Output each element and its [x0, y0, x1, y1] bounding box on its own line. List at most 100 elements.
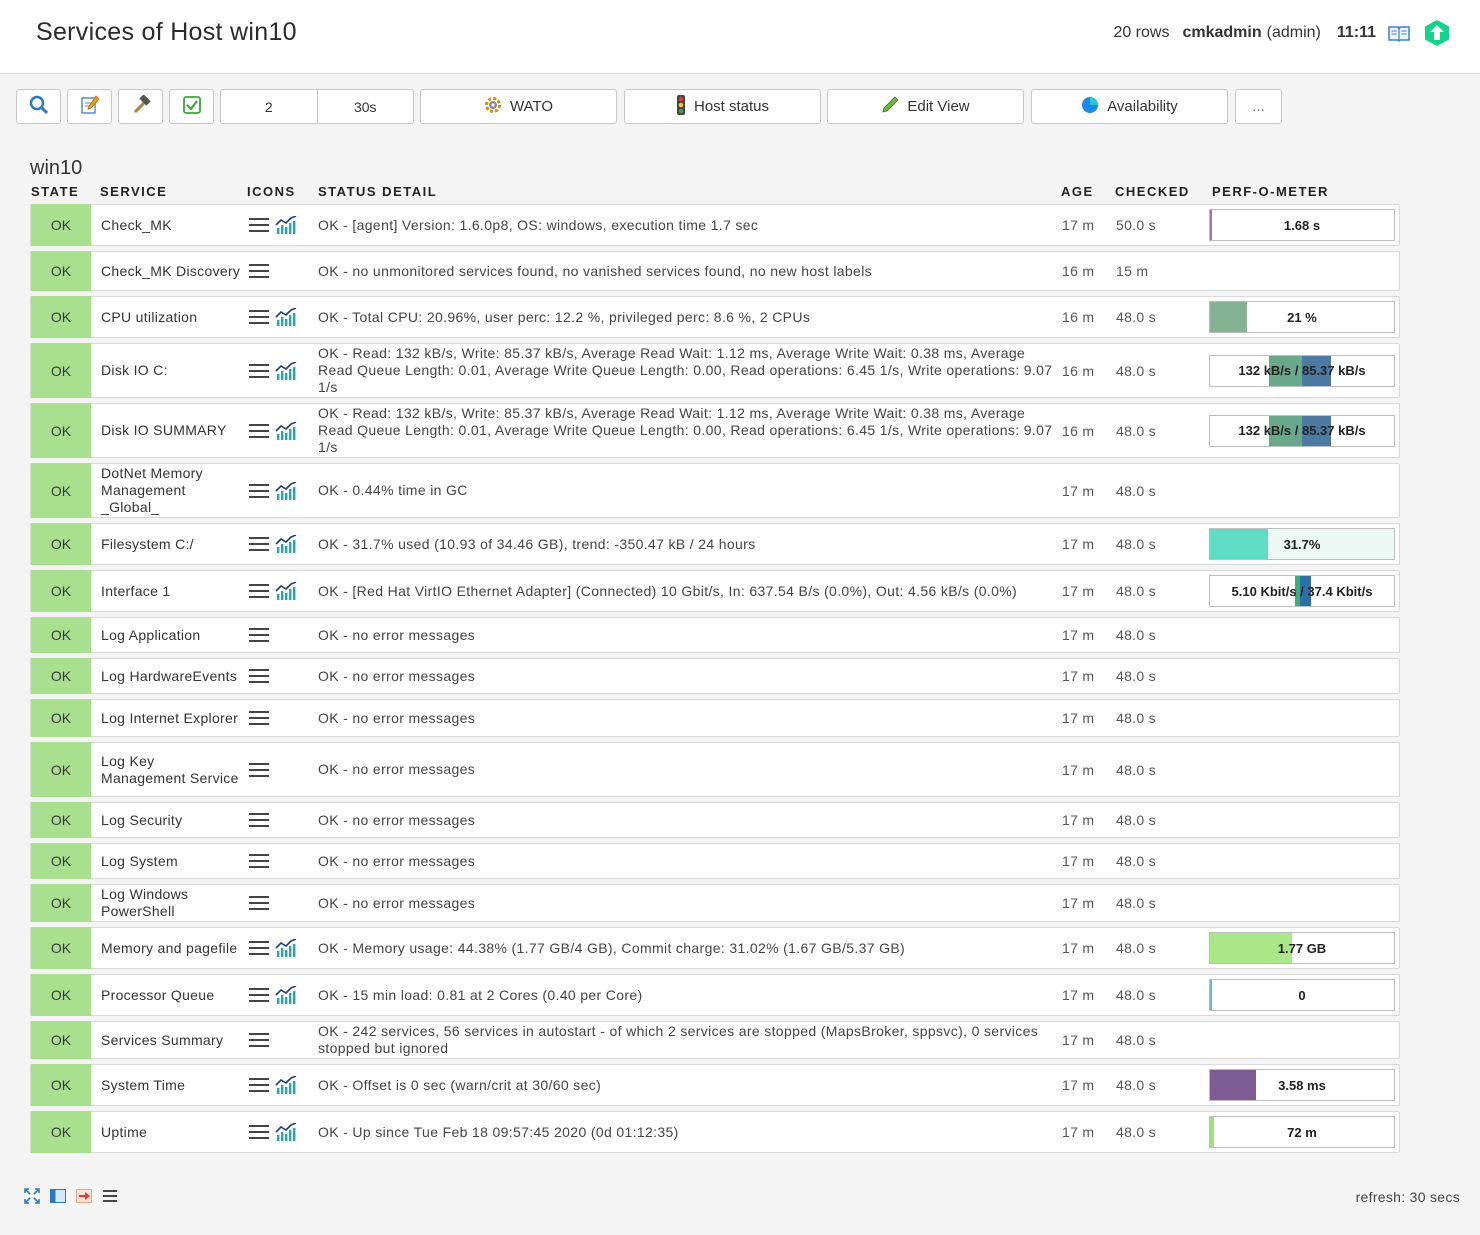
graph-icon[interactable] [275, 420, 297, 440]
table-row: OK DotNet Memory Management _Global_ OK - … [30, 463, 1400, 518]
action-menu-icon[interactable] [249, 536, 269, 552]
service-name-link[interactable]: Disk IO SUMMARY [101, 422, 241, 439]
service-name-link[interactable]: DotNet Memory Management _Global_ [101, 465, 241, 516]
service-name-link[interactable]: Log Internet Explorer [101, 710, 241, 727]
service-age: 17 m [1062, 217, 1095, 233]
col-status-detail[interactable]: STATUS DETAIL [318, 184, 437, 199]
export-icon[interactable] [76, 1188, 92, 1207]
search-button[interactable] [16, 89, 61, 124]
perf-o-meter[interactable]: 72 m [1209, 1116, 1395, 1148]
service-name-link[interactable]: Log System [101, 853, 241, 870]
row-icons [249, 480, 309, 501]
action-menu-icon[interactable] [249, 1077, 269, 1093]
reload-count[interactable]: 2 [221, 90, 317, 123]
service-name-link[interactable]: Check_MK [101, 217, 241, 234]
service-name-link[interactable]: Log Application [101, 627, 241, 644]
service-name-link[interactable]: Services Summary [101, 1032, 241, 1049]
col-icons: ICONS [247, 184, 296, 199]
host-status-button[interactable]: Host status [624, 89, 821, 124]
perf-o-meter[interactable]: 1.68 s [1209, 209, 1395, 241]
action-menu-icon[interactable] [249, 853, 269, 869]
service-name-link[interactable]: CPU utilization [101, 309, 241, 326]
graph-icon[interactable] [275, 215, 297, 234]
graph-icon[interactable] [275, 938, 297, 957]
action-menu-icon[interactable] [249, 217, 269, 233]
availability-button[interactable]: Availability [1031, 89, 1228, 124]
service-name-link[interactable]: Log Security [101, 812, 241, 829]
service-age: 17 m [1062, 895, 1095, 911]
action-menu-icon[interactable] [249, 1124, 269, 1140]
service-name-link[interactable]: Processor Queue [101, 987, 241, 1004]
last-checked: 48.0 s [1116, 812, 1156, 828]
perf-o-meter[interactable]: 3.58 ms [1209, 1069, 1395, 1101]
edit-view-button[interactable]: Edit View [827, 89, 1024, 124]
perf-o-meter[interactable]: 1.77 GB [1209, 932, 1395, 964]
perf-o-meter[interactable]: 132 kB/s / 85.37 kB/s [1209, 354, 1395, 387]
action-menu-icon[interactable] [249, 363, 269, 379]
fullscreen-icon[interactable] [24, 1188, 40, 1207]
col-state[interactable]: STATE [31, 184, 79, 199]
graph-icon[interactable] [275, 307, 297, 326]
service-age: 17 m [1062, 482, 1095, 499]
action-menu-icon[interactable] [249, 309, 269, 325]
more-button[interactable]: ... [1235, 89, 1282, 124]
action-menu-icon[interactable] [249, 1032, 269, 1048]
action-menu-icon[interactable] [249, 710, 269, 726]
status-detail: OK - no unmonitored services found, no v… [318, 262, 872, 279]
action-menu-icon[interactable] [249, 940, 269, 956]
perf-o-meter[interactable]: 31.7% [1209, 528, 1395, 560]
service-name-link[interactable]: System Time [101, 1077, 241, 1094]
graph-icon[interactable] [275, 1122, 297, 1141]
user-name[interactable]: cmkadmin [1182, 24, 1261, 42]
last-checked: 48.0 s [1116, 761, 1156, 778]
action-menu-icon[interactable] [249, 895, 269, 911]
action-menu-icon[interactable] [249, 583, 269, 599]
perf-o-meter[interactable]: 132 kB/s / 85.37 kB/s [1209, 414, 1395, 447]
perf-o-meter[interactable]: 21 % [1209, 301, 1395, 333]
host-name[interactable]: win10 [30, 157, 82, 180]
graph-icon[interactable] [275, 360, 297, 380]
state-badge: OK [31, 843, 91, 879]
action-menu-icon[interactable] [249, 668, 269, 684]
service-name-link[interactable]: Log Windows PowerShell [101, 886, 241, 920]
commands-button[interactable] [67, 89, 112, 124]
service-name-link[interactable]: Filesystem C:/ [101, 536, 241, 553]
perf-o-meter[interactable]: 5.10 Kbit/s / 37.4 Kbit/s [1209, 575, 1395, 607]
action-menu-icon[interactable] [249, 627, 269, 643]
action-menu-icon[interactable] [249, 263, 269, 279]
row-icons [249, 708, 309, 728]
state-badge: OK [31, 617, 91, 653]
book-icon[interactable] [1388, 24, 1410, 43]
action-menu-icon[interactable] [249, 987, 269, 1003]
hammer-button[interactable] [118, 89, 163, 124]
perf-value: 72 m [1287, 1124, 1317, 1140]
service-name-link[interactable]: Check_MK Discovery [101, 263, 241, 280]
action-menu-icon[interactable] [249, 483, 269, 499]
wato-button[interactable]: WATO [420, 89, 617, 124]
graph-icon[interactable] [275, 581, 297, 600]
action-menu-icon[interactable] [249, 762, 269, 778]
graph-icon[interactable] [275, 534, 297, 553]
service-name-link[interactable]: Log HardwareEvents [101, 668, 241, 685]
sidebar-icon[interactable] [50, 1188, 66, 1207]
service-name-link[interactable]: Log Key Management Service [101, 753, 241, 787]
service-name-link[interactable]: Memory and pagefile [101, 940, 241, 957]
service-name-link[interactable]: Disk IO C: [101, 362, 241, 379]
graph-icon[interactable] [275, 1075, 297, 1094]
graph-icon[interactable] [275, 480, 297, 500]
graph-icon[interactable] [275, 985, 297, 1004]
col-perf-o-meter[interactable]: PERF-O-METER [1212, 184, 1329, 199]
service-name-link[interactable]: Uptime [101, 1124, 241, 1141]
list-menu-icon[interactable] [102, 1189, 118, 1206]
checkbox-button[interactable] [169, 89, 214, 124]
table-row: OK Log HardwareEvents OK - no error messag… [30, 658, 1400, 694]
action-menu-icon[interactable] [249, 812, 269, 828]
col-age[interactable]: AGE [1061, 184, 1094, 199]
refresh-interval[interactable]: 30s [316, 90, 414, 123]
action-menu-icon[interactable] [249, 423, 269, 439]
perf-o-meter[interactable]: 0 [1209, 979, 1395, 1011]
col-checked[interactable]: CHECKED [1115, 184, 1190, 199]
col-service[interactable]: SERVICE [100, 184, 167, 199]
update-arrow-icon[interactable] [1424, 19, 1450, 47]
service-name-link[interactable]: Interface 1 [101, 583, 241, 600]
